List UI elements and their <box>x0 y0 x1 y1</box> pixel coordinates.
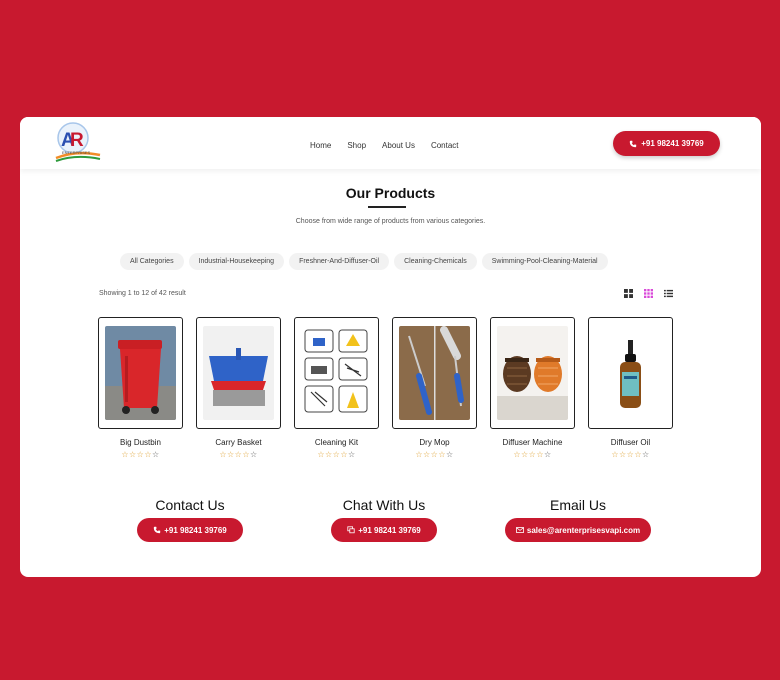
nav-contact[interactable]: Contact <box>431 141 459 150</box>
grid-large-icon[interactable] <box>624 289 633 298</box>
product-image-frame <box>294 317 379 429</box>
title-underline <box>368 206 406 208</box>
contact-call-label: +91 98241 39769 <box>164 525 227 535</box>
product-image-frame <box>98 317 183 429</box>
product-name: Diffuser Oil <box>610 438 651 447</box>
product-image-frame <box>588 317 673 429</box>
product-image-frame <box>196 317 281 429</box>
result-count: Showing 1 to 12 of 42 result <box>99 290 186 297</box>
svg-text:R: R <box>70 130 84 151</box>
view-switcher <box>624 289 673 298</box>
mail-icon <box>515 527 524 533</box>
list-icon[interactable] <box>664 289 673 298</box>
filter-cleaning-chemicals[interactable]: Cleaning-Chemicals <box>394 253 477 270</box>
product-image-frame <box>392 317 477 429</box>
product-rating[interactable]: ☆☆☆☆☆ <box>588 450 673 459</box>
svg-text:ENTERPRISES: ENTERPRISES <box>62 150 91 155</box>
contact-call-button[interactable]: +91 98241 39769 <box>137 518 243 542</box>
chat-icon <box>347 526 355 534</box>
diffuser-oil-image <box>595 326 666 420</box>
phone-icon <box>630 140 637 147</box>
product-name: Dry Mop <box>419 438 450 447</box>
phone-icon <box>154 526 161 534</box>
product-card[interactable]: Carry Basket ☆☆☆☆☆ <box>196 317 281 459</box>
email-us-section: Email Us sales@arenterprisesvapi.com <box>478 497 678 542</box>
nav-home[interactable]: Home <box>310 141 331 150</box>
main-nav: Home Shop About Us Contact <box>310 141 459 150</box>
carry-basket-image <box>203 326 274 420</box>
product-card[interactable]: Dry Mop ☆☆☆☆☆ <box>392 317 477 459</box>
filter-all-categories[interactable]: All Categories <box>120 253 184 270</box>
chat-with-us-section: Chat With Us +91 98241 39769 <box>284 497 484 542</box>
brand-logo[interactable]: A R ENTERPRISES <box>54 122 102 164</box>
product-name: Big Dustbin <box>120 438 161 447</box>
product-grid: Big Dustbin ☆☆☆☆☆ Carry Basket ☆☆☆☆☆ Cle… <box>98 317 673 459</box>
contact-us-heading: Contact Us <box>155 497 225 513</box>
grid-small-icon[interactable] <box>644 289 653 298</box>
page-subtitle: Choose from wide range of products from … <box>295 218 486 225</box>
filter-swimming-pool[interactable]: Swimming-Pool-Cleaning-Material <box>481 253 608 270</box>
email-button-label: sales@arenterprisesvapi.com <box>526 525 641 535</box>
filter-freshner-diffuser-oil[interactable]: Freshner-And-Diffuser-Oil <box>289 253 390 270</box>
dry-mop-image <box>399 326 470 420</box>
product-card[interactable]: Cleaning Kit ☆☆☆☆☆ <box>294 317 379 459</box>
product-rating[interactable]: ☆☆☆☆☆ <box>196 450 281 459</box>
page-card: A R ENTERPRISES Home Shop About Us Conta… <box>20 117 761 577</box>
category-filters: All Categories Industrial-Housekeeping F… <box>120 253 608 270</box>
product-rating[interactable]: ☆☆☆☆☆ <box>98 450 183 459</box>
nav-shop[interactable]: Shop <box>347 141 366 150</box>
contact-us-section: Contact Us +91 98241 39769 <box>90 497 290 542</box>
chat-button[interactable]: +91 98241 39769 <box>331 518 437 542</box>
header-phone-label: +91 98241 39769 <box>641 139 704 148</box>
product-card[interactable]: Big Dustbin ☆☆☆☆☆ <box>98 317 183 459</box>
product-name: Diffuser Machine <box>502 438 563 447</box>
chat-with-us-heading: Chat With Us <box>342 497 426 513</box>
product-rating[interactable]: ☆☆☆☆☆ <box>392 450 477 459</box>
filter-industrial-housekeeping[interactable]: Industrial-Housekeeping <box>188 253 285 270</box>
product-name: Cleaning Kit <box>314 438 359 447</box>
dustbin-image <box>105 326 176 420</box>
diffuser-machine-image <box>497 326 568 420</box>
nav-about-us[interactable]: About Us <box>382 141 415 150</box>
product-card[interactable]: Diffuser Oil ☆☆☆☆☆ <box>588 317 673 459</box>
chat-button-label: +91 98241 39769 <box>358 525 421 535</box>
email-us-heading: Email Us <box>549 497 606 513</box>
header-call-button[interactable]: +91 98241 39769 <box>613 131 720 156</box>
email-button[interactable]: sales@arenterprisesvapi.com <box>505 518 651 542</box>
product-name: Carry Basket <box>215 438 262 447</box>
cleaning-kit-image <box>301 326 372 420</box>
product-rating[interactable]: ☆☆☆☆☆ <box>294 450 379 459</box>
product-card[interactable]: Diffuser Machine ☆☆☆☆☆ <box>490 317 575 459</box>
product-image-frame <box>490 317 575 429</box>
site-header: A R ENTERPRISES Home Shop About Us Conta… <box>20 117 761 169</box>
page-title: Our Products <box>345 185 436 201</box>
product-rating[interactable]: ☆☆☆☆☆ <box>490 450 575 459</box>
